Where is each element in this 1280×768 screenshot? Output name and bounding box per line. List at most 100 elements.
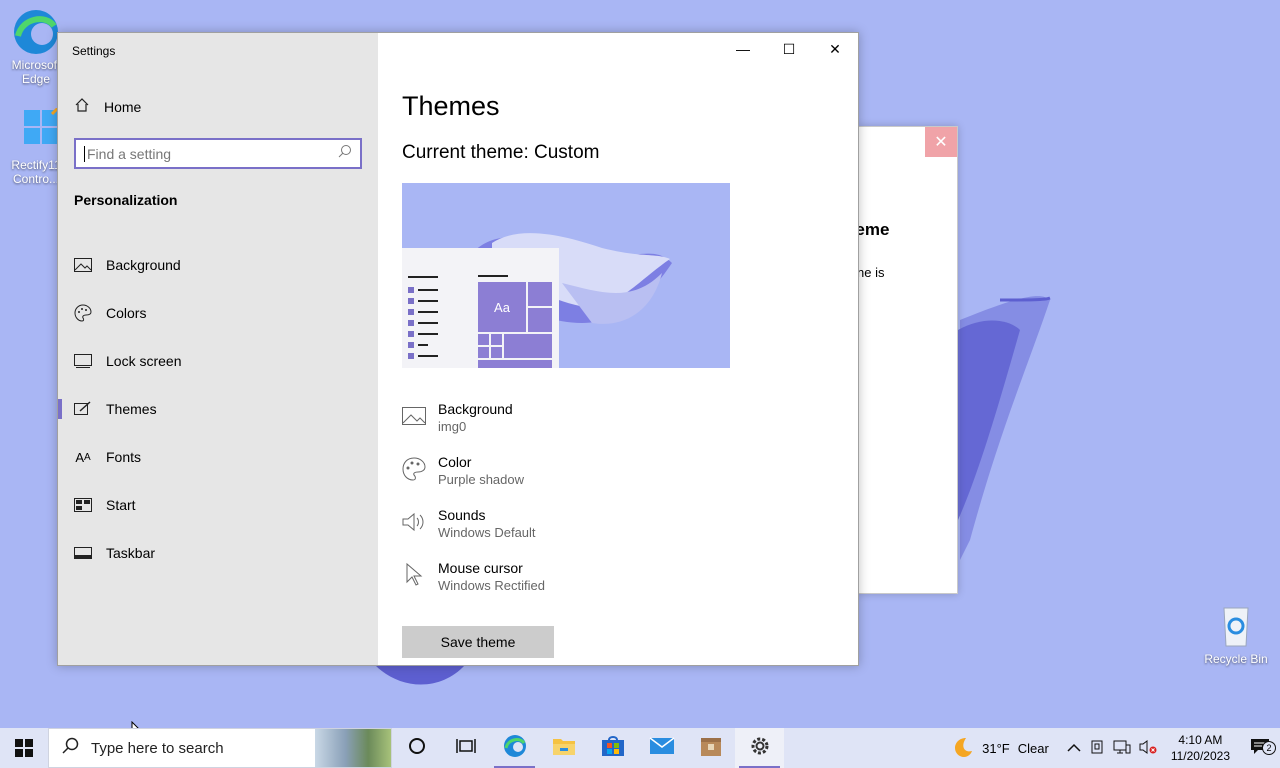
dialog-text: ne is bbox=[858, 265, 885, 280]
text-caret bbox=[84, 145, 85, 162]
property-value: img0 bbox=[438, 419, 467, 434]
palette-icon bbox=[400, 455, 428, 483]
settings-window: Settings Home Personalization Background… bbox=[57, 32, 859, 666]
property-title: Color bbox=[438, 454, 472, 470]
action-center-button[interactable]: 2 bbox=[1240, 738, 1280, 759]
font-icon: AA bbox=[75, 449, 91, 465]
start-icon bbox=[74, 496, 92, 514]
edge-icon bbox=[12, 8, 60, 56]
sidebar-item-taskbar[interactable]: Taskbar bbox=[58, 529, 378, 577]
theme-preview: Aa bbox=[402, 183, 730, 368]
property-title: Mouse cursor bbox=[438, 560, 523, 576]
minimize-button[interactable]: — bbox=[720, 33, 766, 65]
speaker-muted-icon bbox=[1139, 739, 1157, 758]
cursor-icon bbox=[400, 561, 428, 589]
moon-icon bbox=[952, 736, 974, 761]
folder-icon bbox=[552, 736, 576, 761]
preview-tiles: Aa bbox=[478, 282, 552, 368]
volume-button[interactable] bbox=[1135, 739, 1161, 758]
preview-sample-text: Aa bbox=[478, 282, 526, 332]
property-mouse-cursor[interactable]: Mouse cursor Windows Rectified bbox=[400, 559, 545, 612]
close-button[interactable]: ✕ bbox=[812, 33, 858, 65]
taskbar-app-package[interactable] bbox=[686, 728, 735, 768]
find-setting-search[interactable] bbox=[74, 138, 362, 169]
show-hidden-icons-button[interactable] bbox=[1063, 741, 1085, 756]
network-button[interactable] bbox=[1109, 739, 1135, 758]
taskbar-search-box[interactable]: Type here to search bbox=[48, 728, 392, 768]
property-color[interactable]: Color Purple shadow bbox=[400, 453, 545, 506]
save-theme-button[interactable]: Save theme bbox=[402, 626, 554, 658]
device-icon bbox=[1089, 739, 1105, 758]
search-placeholder: Type here to search bbox=[91, 739, 224, 757]
taskbar-icon bbox=[74, 544, 92, 562]
cortana-button[interactable] bbox=[392, 728, 441, 768]
desktop-icon-label: Recycle Bin bbox=[1204, 652, 1268, 666]
sidebar-item-label: Fonts bbox=[106, 449, 142, 465]
sidebar-item-label: Taskbar bbox=[106, 545, 156, 561]
start-button[interactable] bbox=[0, 728, 48, 768]
search-input[interactable] bbox=[87, 145, 338, 162]
cortana-icon bbox=[408, 737, 426, 760]
home-nav-item[interactable]: Home bbox=[74, 97, 141, 116]
page-title: Themes bbox=[402, 91, 500, 121]
taskbar-app-mail[interactable] bbox=[637, 728, 686, 768]
mail-icon bbox=[649, 736, 675, 760]
sidebar-item-fonts[interactable]: AA Fonts bbox=[58, 433, 378, 481]
current-theme-label: Current theme: Custom bbox=[402, 142, 600, 163]
property-sounds[interactable]: Sounds Windows Default bbox=[400, 506, 545, 559]
home-icon bbox=[74, 97, 90, 116]
image-icon bbox=[74, 256, 92, 274]
weather-widget[interactable]: 31°F Clear bbox=[948, 736, 1063, 761]
background-dialog: ✕ t theme l ne is bbox=[858, 126, 958, 594]
edge-icon bbox=[503, 734, 527, 763]
taskbar-app-store[interactable] bbox=[588, 728, 637, 768]
sidebar-item-lock-screen[interactable]: Lock screen bbox=[58, 337, 378, 385]
desktop-icon-recycle-bin[interactable]: Recycle Bin bbox=[1200, 602, 1272, 666]
property-value: Purple shadow bbox=[438, 472, 524, 487]
personalization-nav: Background Colors Lock screen Themes AA … bbox=[58, 241, 378, 577]
search-icon bbox=[338, 144, 352, 163]
property-value: Windows Rectified bbox=[438, 578, 545, 593]
chevron-up-icon bbox=[1067, 741, 1081, 756]
speaker-icon bbox=[400, 508, 428, 536]
brush-icon bbox=[74, 400, 92, 418]
sidebar-item-colors[interactable]: Colors bbox=[58, 289, 378, 337]
sidebar-item-themes[interactable]: Themes bbox=[58, 385, 378, 433]
taskbar-app-settings[interactable] bbox=[735, 728, 784, 768]
sidebar-item-background[interactable]: Background bbox=[58, 241, 378, 289]
monitor-icon bbox=[74, 352, 92, 370]
task-view-icon bbox=[455, 737, 476, 760]
property-title: Sounds bbox=[438, 507, 486, 523]
property-value: Windows Default bbox=[438, 525, 536, 540]
weather-temperature: 31°F bbox=[982, 740, 1010, 756]
sidebar-item-label: Colors bbox=[106, 305, 147, 321]
search-icon bbox=[61, 737, 79, 760]
network-icon bbox=[1113, 739, 1131, 758]
preview-list bbox=[408, 276, 438, 361]
sidebar-item-start[interactable]: Start bbox=[58, 481, 378, 529]
taskbar: Type here to search 31°F Clear 4:10 AM 1… bbox=[0, 728, 1280, 768]
maximize-button[interactable]: ☐ bbox=[766, 33, 812, 65]
windows-logo-icon bbox=[15, 739, 33, 757]
window-title: Settings bbox=[72, 44, 116, 58]
control-panel-icon bbox=[12, 106, 60, 156]
store-icon bbox=[601, 735, 625, 762]
meet-now-button[interactable] bbox=[1085, 739, 1109, 758]
task-view-button[interactable] bbox=[441, 728, 490, 768]
clock-date: 11/20/2023 bbox=[1170, 749, 1230, 763]
palette-icon bbox=[74, 304, 92, 322]
gear-icon bbox=[749, 735, 771, 762]
taskbar-app-file-explorer[interactable] bbox=[539, 728, 588, 768]
home-label: Home bbox=[104, 98, 142, 115]
clock[interactable]: 4:10 AM 11/20/2023 bbox=[1161, 732, 1240, 764]
dialog-close-button[interactable]: ✕ bbox=[925, 127, 957, 157]
section-title: Personalization bbox=[74, 192, 178, 208]
clock-time: 4:10 AM bbox=[1178, 733, 1223, 747]
preview-window: Aa bbox=[402, 248, 559, 368]
sidebar: Settings Home Personalization Background… bbox=[58, 33, 378, 665]
system-tray: 31°F Clear 4:10 AM 11/20/2023 2 bbox=[948, 728, 1280, 768]
weather-condition: Clear bbox=[1017, 740, 1049, 756]
search-highlight-image bbox=[315, 729, 391, 767]
property-background[interactable]: Background img0 bbox=[400, 400, 545, 453]
taskbar-app-edge[interactable] bbox=[490, 728, 539, 768]
